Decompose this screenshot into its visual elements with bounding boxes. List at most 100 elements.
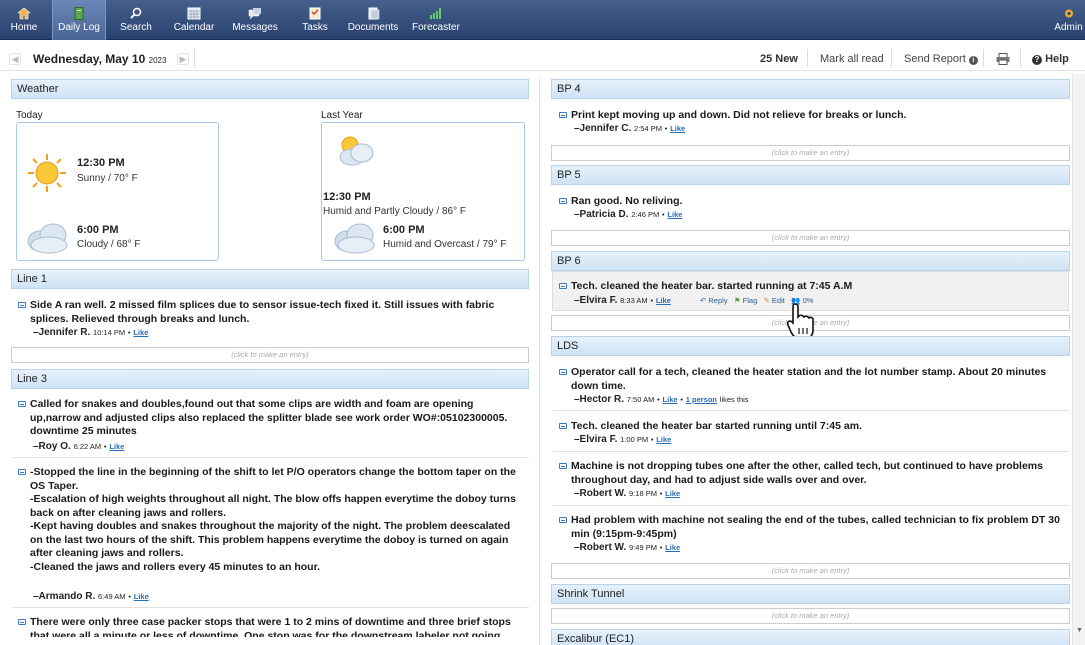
calendar-icon [187, 7, 201, 20]
partly-cloudy-icon [339, 136, 374, 166]
section-bp-5: BP 5 [551, 165, 1070, 185]
nav-documents[interactable]: Documents [346, 0, 400, 40]
like-link[interactable]: Like [663, 395, 678, 404]
like-link[interactable]: Like [656, 435, 671, 444]
entry-icon [18, 469, 26, 475]
section-excalibur: Excalibur (EC1) [551, 629, 1070, 645]
info-icon: i [968, 56, 978, 65]
mark-all-read-button[interactable]: Mark all read [820, 53, 884, 65]
entry-icon [559, 517, 567, 523]
nav-home[interactable]: Home [4, 0, 44, 40]
section-bp-6: BP 6 [551, 251, 1070, 271]
like-link[interactable]: Like [667, 210, 682, 219]
like-link[interactable]: Like [665, 543, 680, 552]
entry-icon [559, 198, 567, 204]
make-entry-box[interactable]: (click to make an entry) [551, 608, 1070, 624]
make-entry-box[interactable]: (click to make an entry) [551, 145, 1070, 161]
sun-icon [28, 154, 66, 192]
section-bp-4: BP 4 [551, 79, 1070, 99]
log-entry[interactable]: -Stopped the line in the beginning of th… [18, 466, 525, 574]
entry-icon [18, 302, 26, 308]
log-entry[interactable]: Side A ran well. 2 missed film splices d… [18, 299, 525, 326]
nav-admin[interactable]: Admin [1052, 0, 1085, 40]
entry-meta: –Robert W. 9:49 PM • Like [574, 542, 681, 553]
entry-meta: –Elvira F. 8:33 AM • Like [574, 295, 671, 306]
nav-tasks[interactable]: Tasks [296, 0, 334, 40]
make-entry-box[interactable]: (click to make an entry) [551, 563, 1070, 579]
flag-icon: ⚑ [733, 296, 741, 305]
cloud-icon [334, 223, 375, 254]
entry-icon [559, 463, 567, 469]
like-link[interactable]: Like [670, 124, 685, 133]
nav-messages[interactable]: Messages [232, 0, 278, 40]
date-toolbar: ◀ Wednesday, May 10 2023 ▶ 25 New Mark a… [0, 47, 1085, 71]
section-line-1: Line 1 [11, 269, 529, 289]
print-button[interactable] [996, 53, 1010, 68]
prev-day-button[interactable]: ◀ [9, 53, 21, 65]
nav-daily-log[interactable]: Daily Log [52, 0, 106, 40]
nav-forecaster[interactable]: Forecaster [412, 0, 460, 40]
entry-meta: –Jennifer R. 10:14 PM • Like [33, 327, 149, 338]
reply-icon: ↶ [700, 296, 707, 305]
reply-action[interactable]: ↶ Reply [700, 296, 728, 305]
daily-log-icon [74, 7, 84, 20]
log-entry[interactable]: There were only three case packer stops … [18, 616, 525, 637]
forecaster-icon [430, 8, 441, 19]
search-icon [130, 7, 142, 19]
entry-icon [559, 283, 567, 289]
home-icon [17, 7, 31, 20]
new-count[interactable]: 25 New [760, 53, 798, 65]
make-entry-box[interactable]: (click to make an entry) [551, 230, 1070, 246]
scroll-down-icon[interactable]: ▼ [1076, 627, 1083, 634]
entry-icon [18, 401, 26, 407]
section-lds: LDS [551, 336, 1070, 356]
entry-meta: –Jennifer C. 2:54 PM • Like [574, 123, 686, 134]
like-link[interactable]: Like [665, 489, 680, 498]
weather-last-year-box: 12:30 PM Humid and Partly Cloudy / 86° F… [321, 122, 525, 261]
admin-icon [1064, 9, 1073, 18]
entry-meta: –Roy O. 6:22 AM • Like [33, 441, 125, 452]
log-entry[interactable]: Had problem with machine not sealing the… [559, 514, 1061, 541]
cloud-icon [27, 223, 68, 254]
log-entry[interactable]: Tech. cleaned the heater bar started run… [559, 420, 1061, 434]
log-entry[interactable]: Called for snakes and doubles,found out … [18, 398, 525, 439]
entry-meta: –Elvira F. 1:00 PM • Like [574, 434, 672, 445]
entry-meta: –Patricia D. 2:46 PM • Like [574, 209, 683, 220]
help-icon: ? [1032, 55, 1042, 65]
page-scrollbar[interactable]: ▼ [1072, 74, 1085, 645]
likes-people-link[interactable]: 1 person [686, 395, 717, 404]
weather-today-label: Today [16, 110, 43, 121]
print-icon [996, 53, 1010, 65]
nav-calendar[interactable]: Calendar [172, 0, 216, 40]
section-shrink-tunnel: Shrink Tunnel [551, 584, 1070, 604]
make-entry-box[interactable]: (click to make an entry) [11, 347, 529, 363]
nav-search[interactable]: Search [116, 0, 156, 40]
entry-meta: –Robert W. 9:18 PM • Like [574, 488, 681, 499]
log-entry[interactable]: Tech. cleaned the heater bar. started ru… [559, 280, 1061, 294]
help-button[interactable]: ? Help [1032, 53, 1069, 65]
messages-icon [248, 8, 261, 20]
send-report-button[interactable]: Send Report i [904, 53, 978, 65]
section-weather: Weather [11, 79, 529, 99]
log-entry[interactable]: Machine is not dropping tubes one after … [559, 460, 1061, 487]
weather-today-box: 12:30 PM Sunny / 70° F 6:00 PM Cloudy / … [16, 122, 219, 261]
next-day-button[interactable]: ▶ [177, 53, 189, 65]
entry-icon [559, 423, 567, 429]
like-link[interactable]: Like [109, 442, 124, 451]
section-line-3: Line 3 [11, 369, 529, 389]
tasks-icon [309, 7, 321, 20]
like-link[interactable]: Like [133, 328, 148, 337]
current-date: Wednesday, May 10 2023 [33, 52, 167, 66]
documents-icon [368, 7, 380, 20]
flag-action[interactable]: ⚑ Flag [734, 296, 757, 305]
top-nav-bar: Home Daily Log Search Calendar Messages … [0, 0, 1085, 40]
like-link[interactable]: Like [134, 592, 149, 601]
entry-icon [18, 619, 26, 625]
like-link[interactable]: Like [656, 296, 671, 305]
entry-meta: –Hector R. 7:50 AM • Like • 1 person lik… [574, 394, 749, 405]
log-entry[interactable]: Ran good. No reliving. [559, 195, 1061, 209]
log-entry[interactable]: Operator call for a tech, cleaned the he… [559, 366, 1061, 393]
log-entry[interactable]: Print kept moving up and down. Did not r… [559, 109, 1061, 123]
edit-action[interactable]: ✎ Edit [764, 296, 785, 305]
entry-icon [559, 369, 567, 375]
